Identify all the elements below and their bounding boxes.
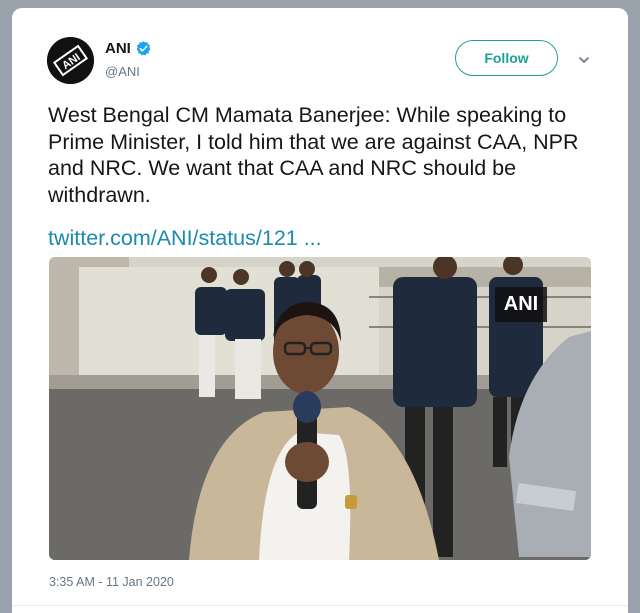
media-watermark: ANI	[495, 287, 547, 322]
tweet-text: West Bengal CM Mamata Banerjee: While sp…	[48, 103, 579, 207]
tweet-media-image[interactable]: ANI	[49, 257, 591, 560]
follow-button[interactable]: Follow	[455, 40, 558, 76]
author-name-row[interactable]: ANI	[105, 40, 152, 57]
tweet-link[interactable]: twitter.com/ANI/status/121 ...	[48, 226, 322, 251]
author-name[interactable]: ANI	[105, 40, 131, 57]
ani-logo-icon: ANI	[47, 37, 94, 84]
divider	[12, 605, 628, 606]
avatar[interactable]: ANI	[47, 37, 94, 84]
chevron-down-icon[interactable]	[578, 54, 590, 66]
author-handle[interactable]: @ANI	[105, 64, 140, 79]
verified-badge-icon	[136, 41, 151, 56]
tweet-card: ANI ANI @ANI Follow West Bengal CM Mamat…	[12, 8, 628, 613]
tweet-timestamp[interactable]: 3:35 AM - 11 Jan 2020	[49, 575, 174, 589]
